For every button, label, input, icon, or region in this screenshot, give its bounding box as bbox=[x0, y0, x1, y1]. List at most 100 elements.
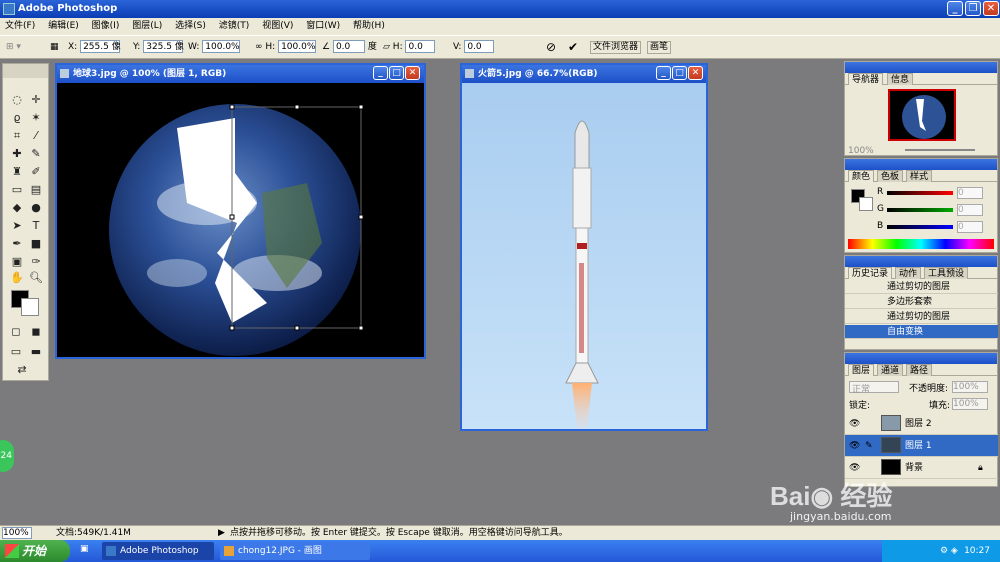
path-select-icon[interactable]: ➤ bbox=[8, 218, 26, 234]
healing-brush-icon[interactable]: ✚ bbox=[8, 146, 26, 162]
history-item[interactable]: 多边形套索 bbox=[845, 295, 998, 309]
tray-icons[interactable]: ⚙ ◈ bbox=[940, 540, 958, 562]
b-field[interactable]: 0 bbox=[957, 221, 983, 233]
type-tool-icon[interactable]: T bbox=[27, 218, 45, 234]
document-window-rocket[interactable]: 火箭5.jpg @ 66.7%(RGB) _ □ ✕ bbox=[460, 63, 708, 431]
link-icon[interactable]: ∞ bbox=[255, 42, 263, 52]
reference-point-icon[interactable]: ▦ bbox=[50, 40, 59, 55]
crop-tool-icon[interactable]: ⌗ bbox=[8, 128, 26, 144]
tab-tool-presets[interactable]: 工具预设 bbox=[924, 267, 969, 279]
tab-actions[interactable]: 动作 bbox=[895, 267, 922, 279]
stamp-tool-icon[interactable]: ♜ bbox=[8, 164, 26, 180]
menu-window[interactable]: 窗口(W) bbox=[306, 21, 340, 31]
restore-button[interactable]: ❐ bbox=[965, 1, 981, 16]
y-field[interactable]: 325.5 像 bbox=[143, 40, 184, 53]
history-brush-icon[interactable]: ✐ bbox=[27, 164, 45, 180]
color-spectrum-bar[interactable] bbox=[848, 239, 994, 249]
doc-minimize-button[interactable]: _ bbox=[373, 66, 388, 80]
eye-icon[interactable]: 👁︎ bbox=[849, 413, 860, 435]
taskbar-item-paint[interactable]: chong12.JPG - 画图 bbox=[220, 542, 370, 560]
x-field[interactable]: 255.5 像 bbox=[80, 40, 121, 53]
tab-channels[interactable]: 通道 bbox=[877, 364, 904, 376]
pen-tool-icon[interactable]: ✒ bbox=[8, 236, 26, 252]
doc-maximize-button[interactable]: □ bbox=[389, 66, 404, 80]
r-field[interactable]: 0 bbox=[957, 187, 983, 199]
cancel-transform-icon[interactable]: ⊘ bbox=[546, 40, 556, 55]
move-tool-icon[interactable]: ✛ bbox=[27, 92, 45, 108]
standard-mode-icon[interactable]: ◻ bbox=[7, 324, 25, 340]
menu-layer[interactable]: 图层(L) bbox=[132, 21, 162, 31]
notes-tool-icon[interactable]: ▣ bbox=[8, 254, 26, 270]
bg-color-swatch[interactable] bbox=[859, 197, 873, 211]
menu-image[interactable]: 图像(I) bbox=[92, 21, 120, 31]
tab-history[interactable]: 历史记录 bbox=[848, 267, 893, 279]
slice-tool-icon[interactable]: ⁄ bbox=[27, 128, 45, 144]
menu-file[interactable]: 文件(F) bbox=[5, 21, 35, 31]
menu-select[interactable]: 选择(S) bbox=[175, 21, 206, 31]
opacity-field[interactable]: 100% bbox=[952, 381, 988, 393]
eraser-tool-icon[interactable]: ▭ bbox=[8, 182, 26, 198]
r-slider[interactable] bbox=[887, 191, 953, 195]
tab-info[interactable]: 信息 bbox=[887, 73, 914, 85]
menu-help[interactable]: 帮助(H) bbox=[353, 21, 385, 31]
tab-layers[interactable]: 图层 bbox=[848, 364, 875, 376]
tab-color[interactable]: 颜色 bbox=[848, 170, 875, 182]
commit-transform-icon[interactable]: ✔ bbox=[568, 40, 578, 55]
doc-maximize-button[interactable]: □ bbox=[672, 66, 687, 80]
gradient-tool-icon[interactable]: ▤ bbox=[27, 182, 45, 198]
marquee-tool-icon[interactable]: ◌ bbox=[8, 92, 26, 108]
menu-filter[interactable]: 滤镜(T) bbox=[219, 21, 250, 31]
menu-view[interactable]: 视图(V) bbox=[262, 21, 293, 31]
tab-brushes[interactable]: 画笔 bbox=[647, 41, 672, 54]
hskew-field[interactable]: 0.0 bbox=[405, 40, 436, 53]
history-item[interactable]: 通过剪切的图层 bbox=[845, 280, 998, 294]
tab-navigator[interactable]: 导航器 bbox=[848, 73, 884, 85]
show-desktop-icon[interactable]: ▣ bbox=[80, 544, 89, 554]
tab-styles[interactable]: 样式 bbox=[906, 170, 933, 182]
height-field[interactable]: 100.0% bbox=[278, 40, 317, 53]
magic-wand-icon[interactable]: ✶ bbox=[27, 110, 45, 126]
tab-paths[interactable]: 路径 bbox=[906, 364, 933, 376]
b-slider[interactable] bbox=[887, 225, 953, 229]
navigator-zoom-slider[interactable] bbox=[905, 149, 975, 151]
width-field[interactable]: 100.0% bbox=[202, 40, 241, 53]
dodge-tool-icon[interactable]: ● bbox=[27, 200, 45, 216]
fill-field[interactable]: 100% bbox=[952, 398, 988, 410]
blend-mode-select[interactable]: 正常 bbox=[849, 381, 899, 395]
rocket-canvas[interactable] bbox=[462, 83, 706, 429]
close-button[interactable]: ✕ bbox=[983, 1, 999, 16]
jump-to-imageready-icon[interactable]: ⇄ bbox=[13, 362, 31, 378]
g-slider[interactable] bbox=[887, 208, 953, 212]
eyedropper-icon[interactable]: ✑ bbox=[27, 254, 45, 270]
lasso-tool-icon[interactable]: ϱ bbox=[8, 110, 26, 126]
shape-tool-icon[interactable]: ■ bbox=[27, 236, 45, 252]
menu-edit[interactable]: 编辑(E) bbox=[48, 21, 79, 31]
tab-file-browser[interactable]: 文件浏览器 bbox=[590, 41, 642, 54]
zoom-field[interactable]: 100% bbox=[2, 527, 32, 539]
zoom-tool-icon[interactable]: 🔍︎ bbox=[27, 270, 45, 286]
g-field[interactable]: 0 bbox=[957, 204, 983, 216]
minimize-button[interactable]: _ bbox=[947, 1, 963, 16]
taskbar-item-photoshop[interactable]: Adobe Photoshop bbox=[102, 542, 214, 560]
fullscreen-mode-icon[interactable]: ▬ bbox=[27, 344, 45, 360]
side-badge[interactable]: 24 bbox=[0, 440, 14, 472]
earth-canvas[interactable] bbox=[57, 83, 424, 357]
background-color-swatch[interactable] bbox=[21, 298, 39, 316]
navigator-thumbnail[interactable] bbox=[888, 89, 956, 141]
doc-close-button[interactable]: ✕ bbox=[405, 66, 420, 80]
history-item[interactable]: 通过剪切的图层 bbox=[845, 310, 998, 324]
tab-swatches[interactable]: 色板 bbox=[877, 170, 904, 182]
doc-minimize-button[interactable]: _ bbox=[656, 66, 671, 80]
layer-row[interactable]: 👁︎ 图层 2 bbox=[845, 413, 998, 435]
document-window-earth[interactable]: 地球3.jpg @ 100% (图层 1, RGB) _ □ ✕ bbox=[55, 63, 426, 359]
doc-close-button[interactable]: ✕ bbox=[688, 66, 703, 80]
eye-icon[interactable]: 👁︎ bbox=[849, 435, 860, 457]
hand-tool-icon[interactable]: ✋ bbox=[8, 270, 26, 286]
start-button[interactable]: 开始 bbox=[0, 540, 70, 562]
layer-row[interactable]: 👁︎ ✎ 图层 1 bbox=[845, 435, 998, 457]
angle-field[interactable]: 0.0 bbox=[332, 40, 365, 53]
status-arrow-icon[interactable]: ▶ bbox=[218, 526, 225, 540]
blur-tool-icon[interactable]: ◆ bbox=[8, 200, 26, 216]
quickmask-mode-icon[interactable]: ◼ bbox=[27, 324, 45, 340]
navigator-zoom[interactable]: 100% bbox=[848, 146, 874, 156]
